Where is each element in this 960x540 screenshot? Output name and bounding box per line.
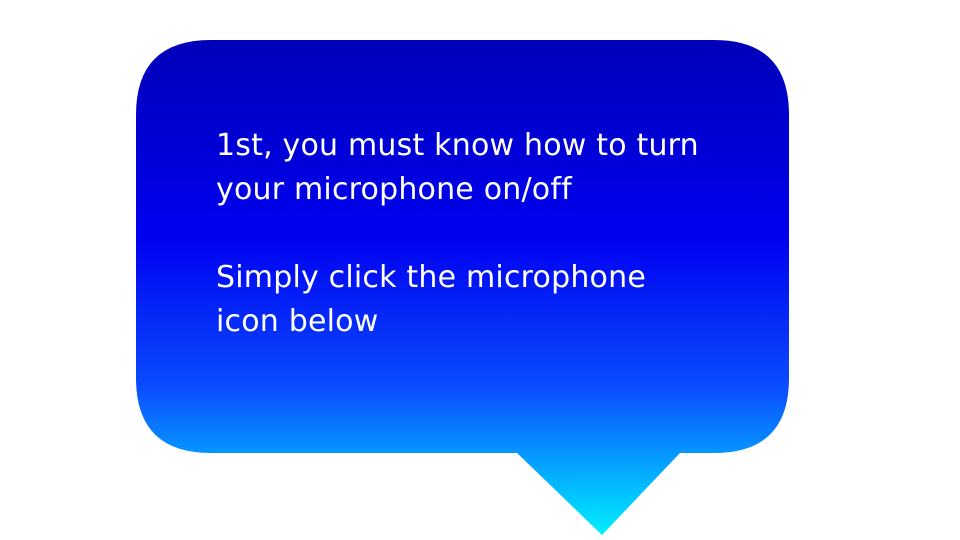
hint-text: Simply click the microphone icon below: [216, 260, 646, 339]
tutorial-slide: 1st, you must know how to turn your micr…: [0, 0, 960, 540]
bubble-message: 1st, you must know how to turn your micr…: [216, 124, 756, 344]
instruction-text: 1st, you must know how to turn your micr…: [216, 128, 699, 207]
